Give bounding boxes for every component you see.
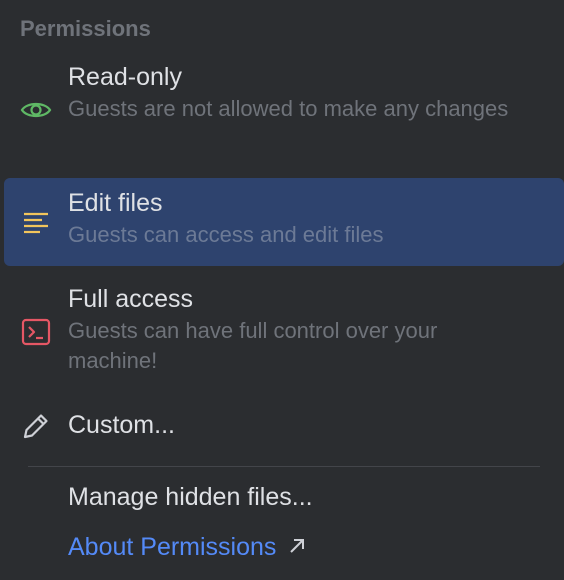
permissions-header: Permissions	[20, 16, 151, 41]
option-description: Guests can have full control over your m…	[68, 318, 438, 373]
option-title: Read-only	[68, 63, 182, 91]
option-title: Full access	[68, 285, 194, 313]
option-full-access[interactable]: Full access Guests can have full control…	[4, 282, 564, 380]
option-custom[interactable]: Custom...	[4, 402, 564, 450]
option-title: Custom...	[68, 411, 175, 439]
option-description: Guests are not allowed to make any chang…	[68, 96, 509, 121]
option-description: Guests can access and edit files	[68, 222, 384, 247]
external-link-arrow-icon	[290, 539, 305, 554]
option-read-only[interactable]: Read-only Guests are not allowed to make…	[4, 60, 564, 158]
eye-icon	[20, 102, 52, 118]
about-permissions-link[interactable]: About Permissions	[68, 532, 306, 562]
option-edit-files[interactable]: Edit files Guests can access and edit fi…	[4, 178, 564, 266]
lines-icon	[24, 212, 48, 234]
about-permissions-label: About Permissions	[68, 533, 277, 561]
terminal-icon	[21, 318, 51, 346]
divider	[28, 466, 540, 467]
pencil-icon	[23, 414, 48, 439]
manage-hidden-files-link[interactable]: Manage hidden files...	[68, 482, 313, 512]
option-title: Edit files	[68, 189, 163, 217]
